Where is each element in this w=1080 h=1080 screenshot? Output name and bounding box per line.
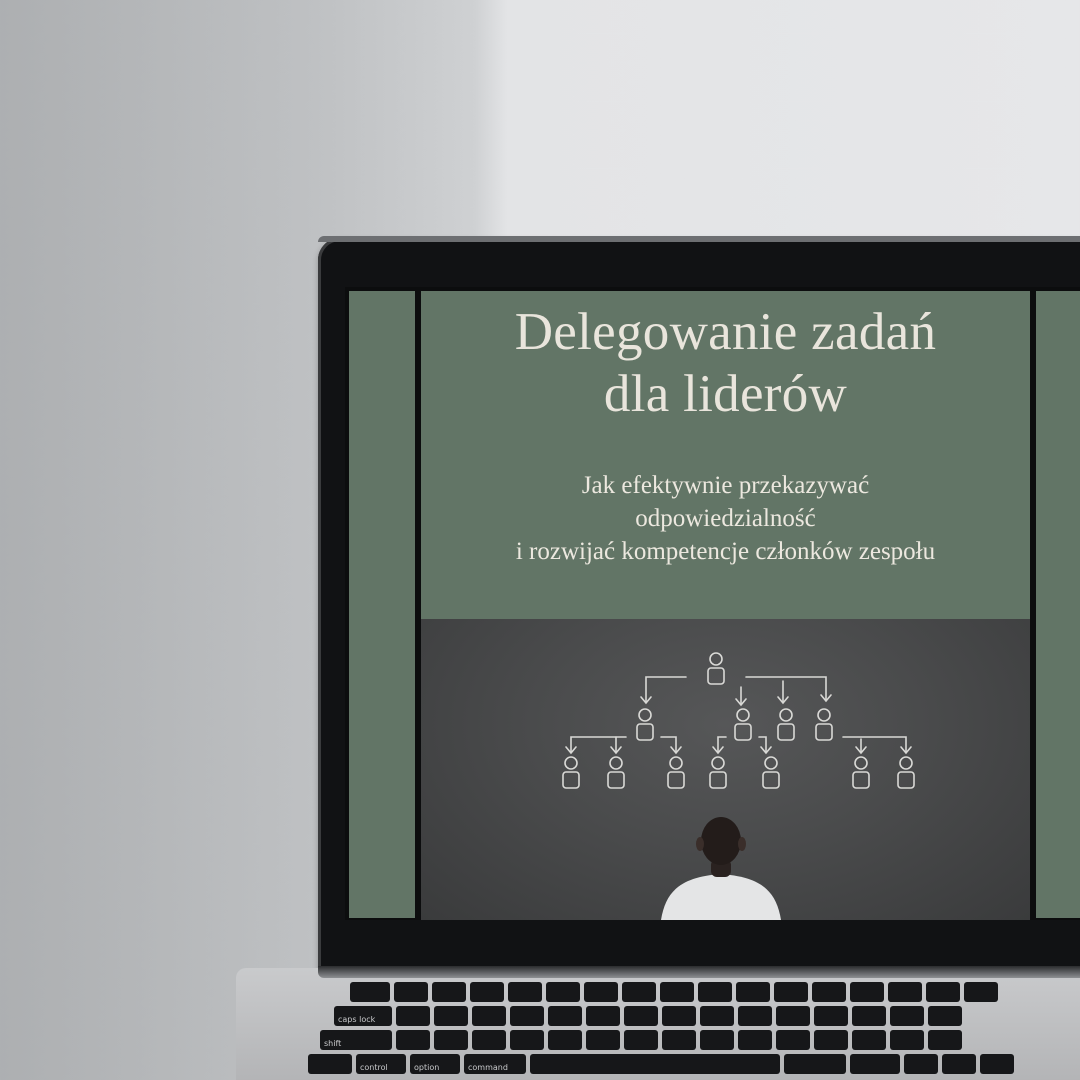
key[interactable] — [472, 1006, 506, 1026]
chalk-person-row3-d — [709, 756, 727, 789]
key[interactable] — [852, 1030, 886, 1050]
keyboard: caps lock shift control option command — [290, 980, 1080, 1080]
caps-lock-key[interactable]: caps lock — [334, 1006, 392, 1026]
key[interactable] — [698, 982, 732, 1002]
laptop-lid-rim — [318, 236, 1080, 242]
fn-key[interactable] — [308, 1054, 352, 1074]
key[interactable] — [586, 1006, 620, 1026]
key[interactable] — [662, 1030, 696, 1050]
key[interactable] — [888, 982, 922, 1002]
key[interactable] — [396, 1006, 430, 1026]
key[interactable] — [472, 1030, 506, 1050]
key[interactable] — [814, 1006, 848, 1026]
chalk-person-row3-a — [562, 756, 580, 789]
slide-title-line-1: Delegowanie zadań — [514, 303, 937, 361]
keyboard-row-4: control option command — [308, 1054, 1014, 1074]
key[interactable] — [510, 1006, 544, 1026]
chalk-person-row3-g — [897, 756, 915, 789]
key[interactable] — [928, 1030, 962, 1050]
chalk-person-row3-f — [852, 756, 870, 789]
chalk-person-row3-b — [607, 756, 625, 789]
chalk-person-top — [707, 652, 725, 685]
key[interactable] — [586, 1030, 620, 1050]
key[interactable] — [700, 1006, 734, 1026]
key[interactable] — [660, 982, 694, 1002]
chalk-person-row3-e — [762, 756, 780, 789]
key[interactable] — [350, 982, 390, 1002]
keyboard-row-3: shift — [320, 1030, 962, 1050]
chalk-person-row2-c — [777, 708, 795, 741]
key[interactable] — [662, 1006, 696, 1026]
key[interactable] — [548, 1030, 582, 1050]
key[interactable] — [814, 1030, 848, 1050]
slide-subtitle-line-3: i rozwijać kompetencje członków zespołu — [515, 538, 936, 565]
chalk-person-row2-a — [636, 708, 654, 741]
key[interactable] — [470, 982, 504, 1002]
laptop-hinge — [318, 966, 1080, 978]
key[interactable] — [784, 1054, 846, 1074]
man-silhouette — [661, 817, 781, 920]
key[interactable] — [434, 1006, 468, 1026]
slide-title-line-2: dla liderów — [603, 365, 848, 423]
key[interactable] — [432, 982, 466, 1002]
key[interactable] — [852, 1006, 886, 1026]
shift-key[interactable]: shift — [320, 1030, 392, 1050]
key[interactable] — [396, 1030, 430, 1050]
keyboard-row-2: caps lock — [334, 1006, 962, 1026]
key[interactable] — [584, 982, 618, 1002]
key[interactable] — [510, 1030, 544, 1050]
command-key[interactable]: command — [464, 1054, 526, 1074]
space-bar[interactable] — [530, 1054, 780, 1074]
key[interactable] — [776, 1006, 810, 1026]
chalkboard-photo — [421, 619, 1030, 920]
chalk-person-row2-d — [815, 708, 833, 741]
key[interactable] — [942, 1054, 976, 1074]
slide-subtitle-line-2: odpowiedzialność — [635, 505, 816, 532]
control-key[interactable]: control — [356, 1054, 406, 1074]
key[interactable] — [738, 1030, 772, 1050]
key[interactable] — [812, 982, 846, 1002]
key[interactable] — [904, 1054, 938, 1074]
chalk-person-row3-c — [667, 756, 685, 789]
key[interactable] — [926, 982, 960, 1002]
next-slide-edge — [1036, 291, 1080, 918]
key[interactable] — [508, 982, 542, 1002]
key[interactable] — [738, 1006, 772, 1026]
key[interactable] — [964, 982, 998, 1002]
slide-subtitle-line-1: Jak efektywnie przekazywać — [581, 472, 870, 499]
key[interactable] — [394, 982, 428, 1002]
key[interactable] — [890, 1006, 924, 1026]
key[interactable] — [850, 982, 884, 1002]
key[interactable] — [622, 982, 656, 1002]
key[interactable] — [546, 982, 580, 1002]
key[interactable] — [736, 982, 770, 1002]
slide-title: Delegowanie zadań dla liderów — [421, 301, 1030, 425]
laptop-screen: Delegowanie zadań dla liderów Jak efekty… — [345, 287, 1080, 920]
key[interactable] — [774, 982, 808, 1002]
key[interactable] — [980, 1054, 1014, 1074]
option-key[interactable]: option — [410, 1054, 460, 1074]
chalk-person-row2-b — [734, 708, 752, 741]
slide-subtitle: Jak efektywnie przekazywać odpowiedzialn… — [421, 469, 1030, 568]
key[interactable] — [776, 1030, 810, 1050]
key[interactable] — [890, 1030, 924, 1050]
key[interactable] — [700, 1030, 734, 1050]
key[interactable] — [624, 1030, 658, 1050]
presentation-slide: Delegowanie zadań dla liderów Jak efekty… — [421, 291, 1030, 920]
key[interactable] — [548, 1006, 582, 1026]
key[interactable] — [434, 1030, 468, 1050]
org-chart-drawing — [562, 652, 915, 920]
keyboard-row-1 — [350, 982, 998, 1002]
key[interactable] — [850, 1054, 900, 1074]
key[interactable] — [928, 1006, 962, 1026]
key[interactable] — [624, 1006, 658, 1026]
previous-slide-edge — [349, 291, 415, 918]
